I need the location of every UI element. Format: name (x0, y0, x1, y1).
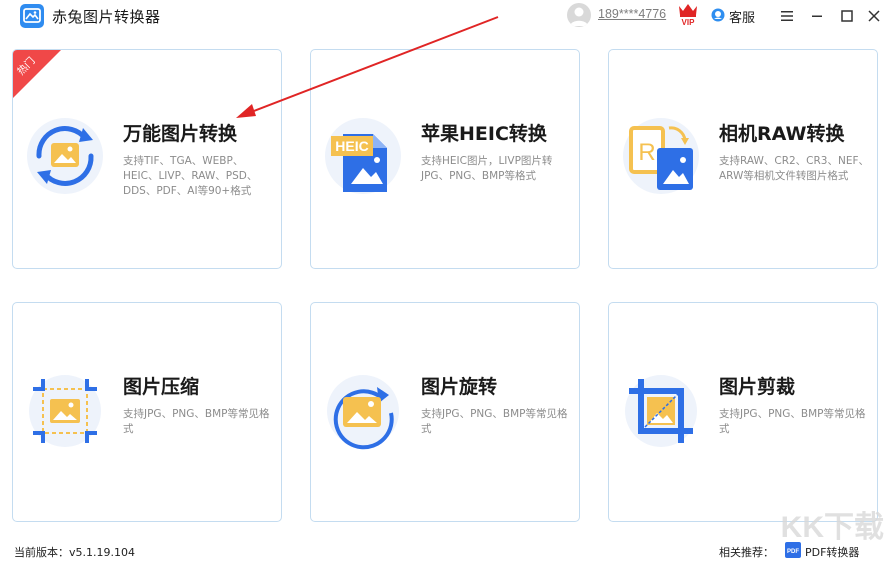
card-heic-convert[interactable]: HEIC 苹果HEIC转换 支持HEIC图片，LIVP图片转JPG、PNG、BM… (310, 49, 580, 269)
card-image-compress[interactable]: 图片压缩 支持JPG、PNG、BMP等常见格式 (12, 302, 282, 522)
vip-crown-icon[interactable]: VIP (677, 2, 699, 26)
compress-icon (23, 369, 107, 453)
crop-icon (619, 369, 703, 453)
card-description: 支持JPG、PNG、BMP等常见格式 (123, 408, 270, 435)
rotate-icon (321, 369, 405, 453)
maximize-icon (841, 10, 853, 22)
hot-ribbon: 热门 (13, 50, 61, 98)
account-phone-link[interactable]: 189****4776 (598, 7, 666, 21)
universal-convert-icon (23, 114, 107, 198)
menu-button[interactable] (776, 5, 798, 27)
card-title: 图片剪裁 (719, 376, 796, 398)
minimize-icon (812, 15, 822, 17)
app-title: 赤兔图片转换器 (52, 8, 161, 26)
service-label: 客服 (729, 11, 756, 26)
pdf-icon-text: PDF (787, 549, 799, 555)
card-title: 万能图片转换 (123, 123, 238, 145)
card-title: 相机RAW转换 (719, 123, 845, 145)
raw-convert-icon: R (619, 114, 703, 198)
close-icon (868, 10, 880, 22)
title-bar: 赤兔图片转换器 189****4776 VIP 客服 (0, 0, 888, 33)
heic-icon-text: HEIC (335, 138, 368, 154)
app-logo-icon (20, 4, 44, 28)
card-description: 支持JPG、PNG、BMP等常见格式 (421, 408, 568, 435)
maximize-button[interactable] (836, 5, 858, 27)
card-description: 支持JPG、PNG、BMP等常见格式 (719, 408, 866, 435)
version-label: 当前版本：v5.1.19.104 (14, 546, 135, 559)
raw-icon-text: R (638, 139, 655, 166)
card-description: 支持RAW、CR2、CR3、NEF、ARW等相机文件转图片格式 (719, 155, 870, 182)
service-icon (711, 8, 725, 22)
hamburger-icon (781, 11, 793, 21)
card-title: 图片旋转 (421, 376, 498, 398)
card-title: 苹果HEIC转换 (421, 123, 547, 145)
card-image-rotate[interactable]: 图片旋转 支持JPG、PNG、BMP等常见格式 (310, 302, 580, 522)
card-universal-convert[interactable]: 热门 万能图片转换 支持TIF、TGA、WEBP、HEIC、LIVP、RAW、P… (12, 49, 282, 269)
avatar[interactable] (567, 3, 591, 27)
card-description: 支持TIF、TGA、WEBP、HEIC、LIVP、RAW、PSD、DDS、PDF… (123, 155, 258, 197)
vip-label: VIP (682, 18, 696, 26)
heic-convert-icon: HEIC (321, 114, 405, 198)
card-title: 图片压缩 (123, 376, 200, 398)
watermark-text: KK下载 (781, 511, 884, 544)
card-raw-convert[interactable]: R 相机RAW转换 支持RAW、CR2、CR3、NEF、ARW等相机文件转图片格… (608, 49, 878, 269)
close-button[interactable] (863, 5, 885, 27)
watermark-logo: KK下载 (781, 511, 884, 544)
status-bar: 当前版本：v5.1.19.104 相关推荐： PDF PDF转换器 (0, 538, 888, 561)
minimize-button[interactable] (806, 5, 828, 27)
card-image-crop[interactable]: 图片剪裁 支持JPG、PNG、BMP等常见格式 (608, 302, 878, 522)
user-icon (570, 7, 588, 26)
card-description: 支持HEIC图片，LIVP图片转JPG、PNG、BMP等格式 (421, 155, 553, 182)
